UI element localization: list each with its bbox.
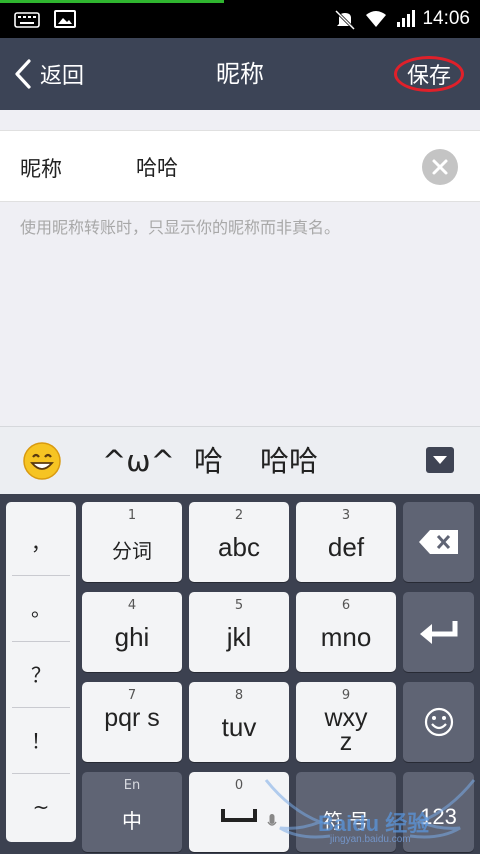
image-icon (54, 10, 76, 28)
key-2[interactable]: 2 abc (189, 502, 289, 582)
keyboard: ， 。 ？ ！ ~ 1 分词 2 abc 3 def 4 ghi 5 jkl 6… (0, 494, 480, 854)
nickname-field-row: 昵称 (0, 130, 480, 202)
punctuation-key[interactable]: ！ (12, 708, 70, 774)
title-bar: 返回 昵称 保存 (0, 38, 480, 110)
key-number: 2 (234, 508, 244, 523)
key-9[interactable]: 9 wxy z (296, 682, 396, 762)
key-label: pqr s (104, 704, 160, 732)
key-6[interactable]: 6 mno (296, 592, 396, 672)
keyboard-icon (14, 12, 40, 28)
save-button[interactable]: 保存 (394, 56, 464, 92)
key-number: 9 (341, 688, 351, 703)
number-key-label: 123 (420, 804, 457, 829)
clear-button[interactable] (422, 149, 458, 185)
key-5[interactable]: 5 jkl (189, 592, 289, 672)
key-label: tuv (221, 712, 257, 742)
nickname-hint: 使用昵称转账时，只显示你的昵称而非真名。 (20, 218, 341, 237)
symbol-key-label: 符 号 (322, 809, 370, 833)
candidate-item[interactable]: ^ω^ (102, 443, 175, 479)
punctuation-key[interactable]: ？ (12, 642, 70, 708)
space-icon (221, 809, 257, 822)
backspace-key[interactable] (403, 502, 474, 582)
key-3[interactable]: 3 def (296, 502, 396, 582)
key-4[interactable]: 4 ghi (82, 592, 182, 672)
punctuation-key[interactable]: ~ (12, 774, 70, 840)
punctuation-column: ， 。 ？ ！ ~ (6, 502, 76, 842)
status-bar: 14:06 (0, 0, 480, 38)
microphone-icon (267, 814, 277, 826)
key-1[interactable]: 1 分词 (82, 502, 182, 582)
key-label: wxy z (324, 704, 368, 756)
key-number: 3 (341, 508, 351, 523)
content-area: 昵称 使用昵称转账时，只显示你的昵称而非真名。 (0, 110, 480, 426)
status-progress-line (0, 0, 224, 3)
signal-icon (397, 10, 415, 27)
mute-icon (334, 9, 356, 31)
key-number: 4 (127, 598, 137, 613)
key-label: jkl (226, 622, 252, 652)
symbol-key[interactable]: 符 号 (296, 772, 396, 852)
enter-icon (419, 621, 457, 644)
key-label: abc (218, 532, 260, 562)
punctuation-key[interactable]: ， (12, 510, 70, 576)
space-key[interactable]: 0 (189, 772, 289, 852)
key-number: 1 (127, 508, 137, 523)
key-number: 6 (341, 598, 351, 613)
key-8[interactable]: 8 tuv (189, 682, 289, 762)
candidate-bar: ^ω^ 哈 哈哈 (0, 426, 480, 494)
key-label: ghi (114, 622, 150, 652)
key-number: 0 (234, 778, 244, 793)
nickname-label: 昵称 (20, 157, 62, 181)
collapse-keyboard-button[interactable] (426, 447, 454, 473)
emoji-key[interactable] (403, 682, 474, 762)
language-key-main: 中 (122, 809, 142, 833)
key-number: 7 (127, 688, 137, 703)
status-time: 14:06 (422, 8, 470, 29)
candidate-item[interactable]: 哈 (194, 443, 223, 479)
nickname-input[interactable] (136, 149, 406, 185)
punctuation-key[interactable]: 。 (12, 576, 70, 642)
key-7[interactable]: 7 pqr s (82, 682, 182, 762)
key-label: def (327, 532, 365, 562)
emoji-icon[interactable] (22, 441, 62, 481)
wifi-icon (366, 11, 386, 27)
close-icon (432, 159, 448, 175)
candidate-item[interactable]: 哈哈 (260, 443, 318, 479)
key-number: 8 (234, 688, 244, 703)
enter-key[interactable] (403, 592, 474, 672)
key-number: 5 (234, 598, 244, 613)
triangle-down-icon (433, 456, 447, 464)
language-key-top: En (123, 778, 141, 793)
number-key[interactable]: 123 (403, 772, 474, 852)
language-key[interactable]: En 中 (82, 772, 182, 852)
key-label: mno (320, 622, 372, 652)
key-label: 分词 (112, 539, 152, 563)
smiley-icon (424, 707, 453, 737)
backspace-icon (418, 530, 458, 554)
